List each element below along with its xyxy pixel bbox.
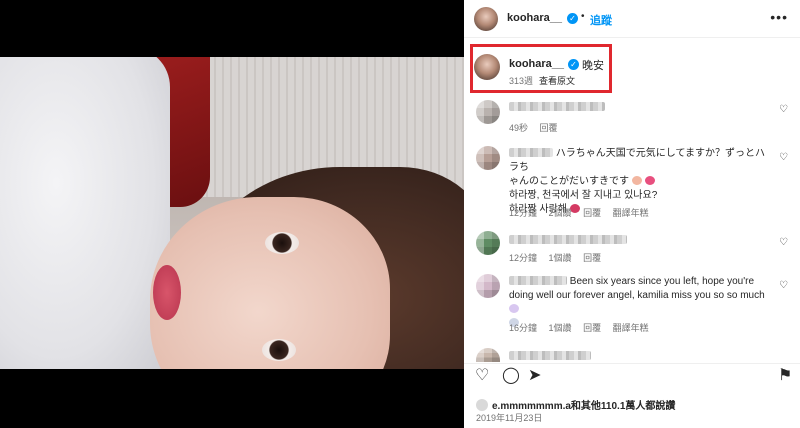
share-send-icon[interactable]: ➤ [528,367,541,385]
post-header: koohara__ ✓ • 追蹤 ••• [464,0,800,38]
photo-eye [265,232,299,254]
photo-eye [262,339,296,361]
commenter-avatar[interactable] [476,274,500,298]
save-bookmark-icon[interactable]: ⚑ [778,367,792,385]
heart-emoji-icon [509,304,519,313]
commenter-name-blurred [509,148,553,157]
comment-likes[interactable]: 1個讚 [549,253,572,263]
commenter-avatar[interactable] [476,100,500,124]
like-heart-icon[interactable]: ♡ [475,367,489,385]
reply-button[interactable]: 回覆 [583,323,601,333]
liker-avatar [476,399,488,411]
comment-text-line: 하라짱, 천국에서 잘 지내고 있나요? [509,190,658,201]
follow-button[interactable]: 追蹤 [590,12,612,28]
heart-emoji-icon [644,176,655,185]
comment-text-line: doing well our forever angel, kamilia mi… [509,290,765,301]
commenter-avatar[interactable] [476,146,500,170]
post-photo[interactable] [0,57,464,369]
comment-bubble-icon[interactable]: ◯ [502,367,520,385]
photo-pillow [0,57,170,369]
reply-button[interactable]: 回覆 [583,208,601,218]
commenter-name-blurred [509,235,627,244]
reply-button[interactable]: 回覆 [540,123,558,133]
commenter-name-blurred [509,351,591,360]
emoji-icon [631,176,642,185]
commenter-name-blurred [509,276,567,285]
like-comment-heart-icon[interactable]: ♡ [779,104,788,115]
comment-meta: 16分鐘 1個讚 回覆 翻譯年糕 [509,321,658,334]
more-options-icon[interactable]: ••• [770,9,788,25]
author-avatar[interactable] [474,7,498,31]
comment-likes[interactable]: 2個讚 [549,208,572,218]
comment-meta: 12分鐘 2個讚 回覆 翻譯年糕 [509,206,658,219]
post-media-panel [0,0,464,428]
comment-meta: 49秒 回覆 [509,121,567,134]
comment-time: 12分鐘 [509,208,538,218]
verified-badge-icon: ✓ [567,13,578,24]
like-comment-heart-icon[interactable]: ♡ [779,152,788,163]
commenter-avatar[interactable] [476,348,500,362]
comment-time: 12分鐘 [509,253,538,263]
comment-likes[interactable]: 1個讚 [549,323,572,333]
author-username[interactable]: koohara__ [507,12,562,24]
caption-highlight-box [470,44,612,93]
reply-button[interactable]: 回覆 [583,253,601,263]
comment-time: 49秒 [509,123,529,133]
post-date: 2019年11月23日 [476,413,543,423]
comment-time: 16分鐘 [509,323,538,333]
like-comment-heart-icon[interactable]: ♡ [779,280,788,291]
comment-text-line: Been six years since you left, hope you'… [569,276,755,287]
separator-dot: • [581,11,585,22]
commenter-name-blurred [509,102,605,111]
comment-text-line: ゃんのことがだいすきです [509,176,629,187]
translate-button[interactable]: 翻譯年糕 [613,208,649,218]
translate-button[interactable]: 翻譯年糕 [613,323,649,333]
like-comment-heart-icon[interactable]: ♡ [779,237,788,248]
post-details-panel: koohara__ ✓ • 追蹤 ••• koohara__ ✓ 晚安 313週… [464,0,800,428]
likes-count-text[interactable]: 和其他110.1萬人都說讚 [571,401,675,412]
likes-summary[interactable]: e.mmmmmmm.a和其他110.1萬人都說讚 [476,397,675,412]
commenter-avatar[interactable] [476,231,500,255]
photo-lips [153,265,181,320]
comment-meta: 12分鐘 1個讚 回覆 [509,251,610,264]
